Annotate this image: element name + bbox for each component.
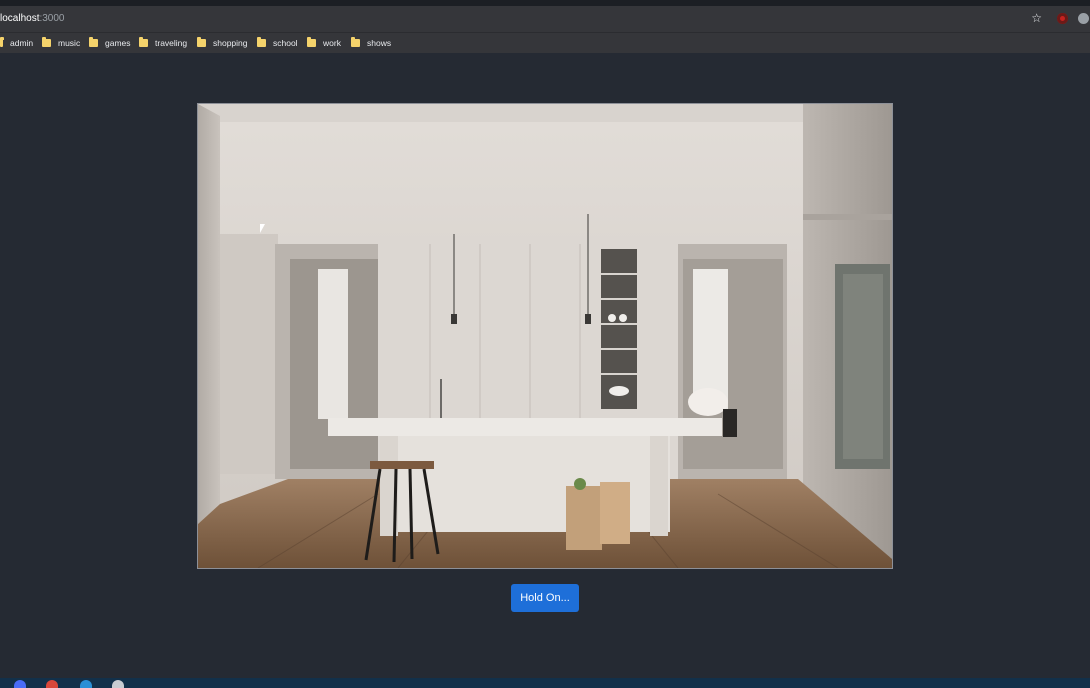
bookmark-admin[interactable]: admin — [0, 36, 33, 50]
folder-icon — [0, 37, 4, 47]
url-port: :3000 — [39, 13, 65, 24]
bookmark-music[interactable]: music — [42, 36, 80, 50]
bookmark-label: games — [105, 38, 131, 48]
bookmark-shows[interactable]: shows — [351, 36, 391, 50]
extension-icon[interactable] — [1057, 13, 1068, 24]
folder-icon — [351, 37, 360, 47]
taskbar-app-icon[interactable] — [14, 680, 26, 688]
bookmarks-bar: admin music games traveling shopping sch… — [0, 33, 1090, 53]
kitchen-photo — [197, 103, 893, 569]
bookmark-label: school — [273, 38, 298, 48]
kitchen-illustration — [198, 104, 892, 568]
url-text[interactable]: localhost:3000 — [0, 13, 65, 24]
folder-icon — [89, 37, 98, 47]
address-bar[interactable]: localhost:3000 ☆ — [0, 6, 1090, 33]
os-taskbar — [0, 678, 1090, 688]
folder-icon — [197, 37, 206, 47]
bookmark-label: traveling — [155, 38, 188, 48]
bookmark-shopping[interactable]: shopping — [197, 36, 248, 50]
bookmark-school[interactable]: school — [257, 36, 298, 50]
bookmark-work[interactable]: work — [307, 36, 341, 50]
folder-icon — [139, 37, 148, 47]
bookmark-label: admin — [10, 38, 34, 48]
folder-icon — [307, 37, 316, 47]
bookmark-games[interactable]: games — [89, 36, 131, 50]
hold-on-button[interactable]: Hold On... — [511, 584, 579, 612]
star-icon[interactable]: ☆ — [1031, 11, 1042, 25]
bookmark-traveling[interactable]: traveling — [139, 36, 187, 50]
folder-icon — [42, 37, 51, 47]
vscode-icon[interactable] — [80, 680, 92, 688]
mouse-cursor-icon — [260, 224, 265, 233]
bookmark-label: music — [58, 38, 81, 48]
search-icon[interactable] — [112, 680, 124, 688]
bookmark-label: shopping — [213, 38, 248, 48]
bookmark-label: work — [323, 38, 341, 48]
folder-icon — [257, 37, 266, 47]
url-host: localhost — [0, 13, 40, 24]
bookmark-label: shows — [367, 38, 392, 48]
chrome-icon[interactable] — [46, 680, 58, 688]
profile-icon[interactable] — [1078, 13, 1089, 24]
